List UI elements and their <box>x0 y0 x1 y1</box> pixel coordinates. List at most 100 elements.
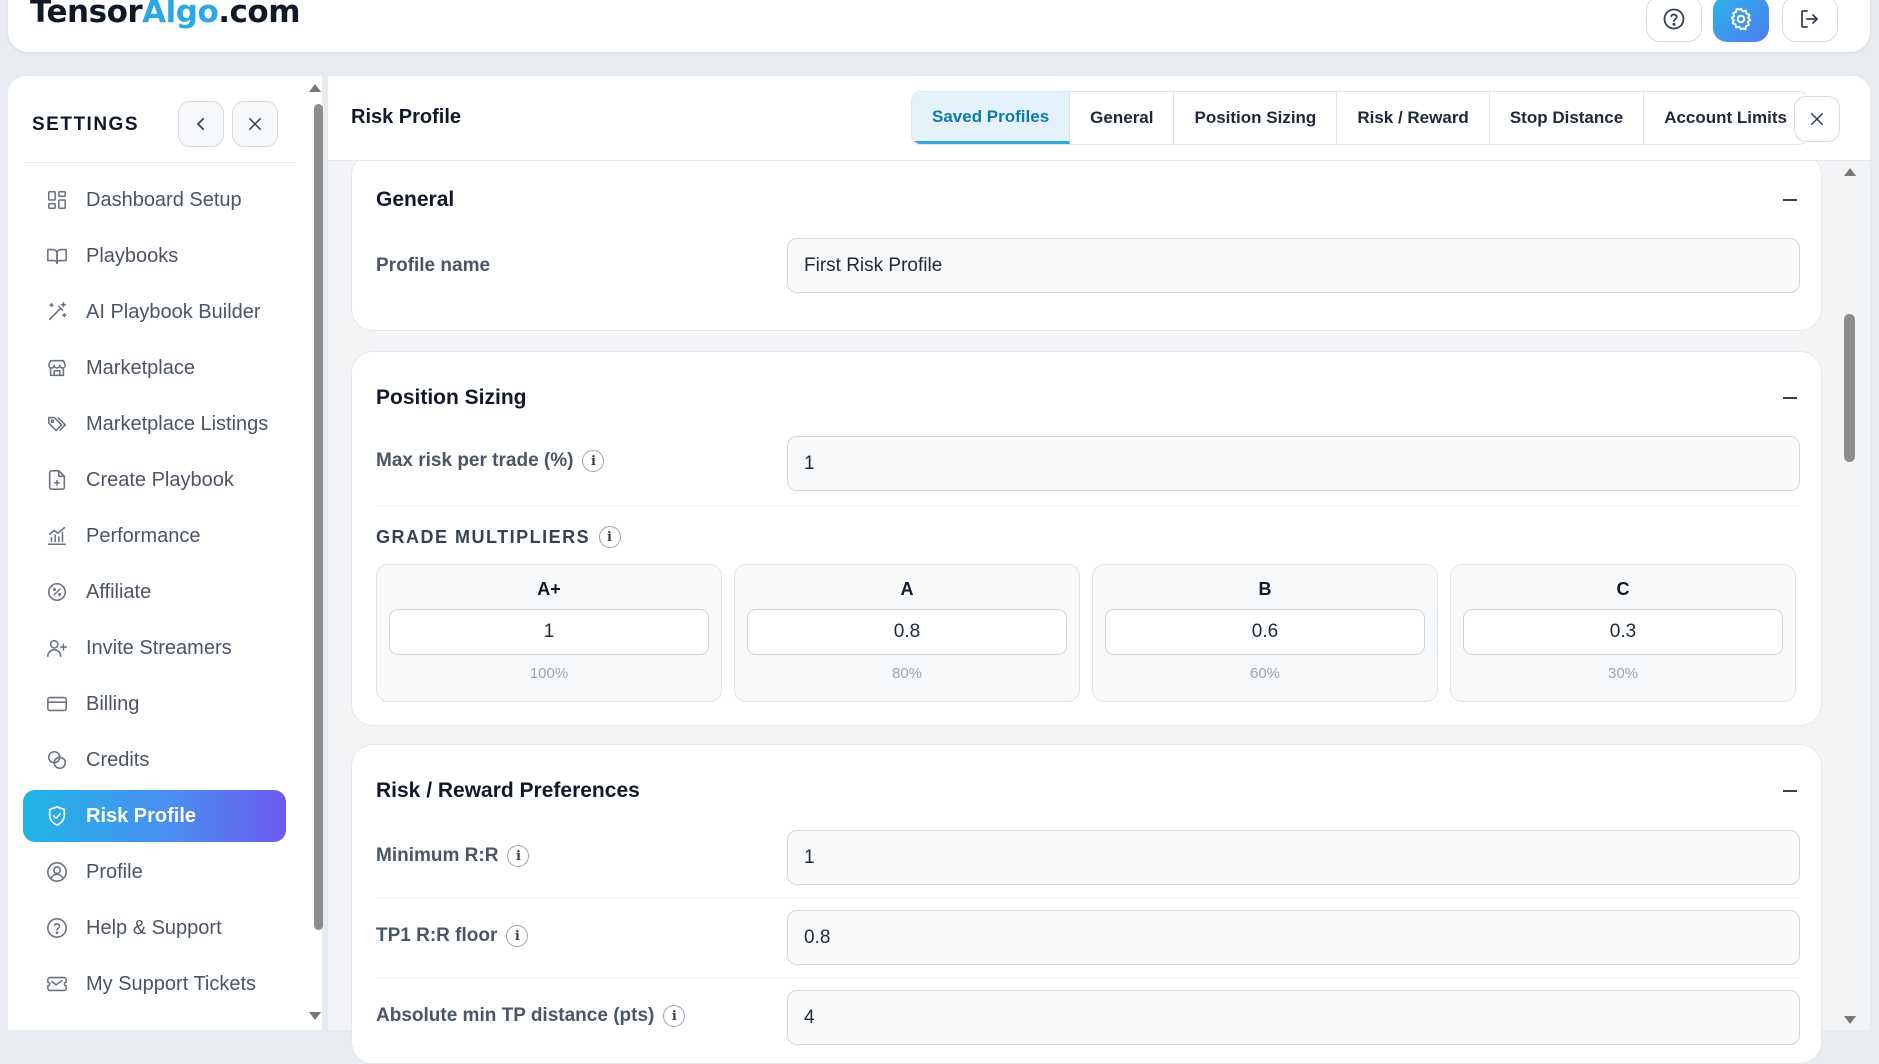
logo-accent: Algo <box>142 0 219 30</box>
top-bar: TensorAlgo.com <box>8 0 1870 52</box>
grade-multipliers-label: GRADE MULTIPLIERS i <box>376 526 622 548</box>
info-icon[interactable]: i <box>663 1005 686 1027</box>
user-circle-icon <box>45 860 69 884</box>
sidebar-item-label: AI Playbook Builder <box>86 300 261 323</box>
tab-stop-distance[interactable]: Stop Distance <box>1490 92 1645 144</box>
tab-general[interactable]: General <box>1070 92 1175 144</box>
user-plus-icon <box>45 636 69 660</box>
grade-multiplier-input[interactable]: 0.8 <box>747 609 1067 655</box>
max-risk-input[interactable]: 1 <box>787 436 1800 491</box>
min-rr-input[interactable]: 1 <box>787 830 1800 885</box>
sidebar-item-create-playbook[interactable]: Create Playbook <box>23 454 286 506</box>
sidebar-item-affiliate[interactable]: Affiliate <box>23 566 286 618</box>
sidebar-item-marketplace-listings[interactable]: Marketplace Listings <box>23 398 286 450</box>
sidebar-item-risk-profile[interactable]: Risk Profile <box>23 790 286 842</box>
sidebar-collapse-button[interactable] <box>178 101 224 147</box>
sidebar-item-billing[interactable]: Billing <box>23 678 286 730</box>
grade-multipliers-label-text: GRADE MULTIPLIERS <box>376 526 591 547</box>
sidebar-item-dashboard-setup[interactable]: Dashboard Setup <box>23 174 286 226</box>
info-icon[interactable]: i <box>582 450 605 472</box>
sidebar-item-label: Risk Profile <box>86 804 197 827</box>
grade-percent: 100% <box>529 665 569 682</box>
tab-position-sizing[interactable]: Position Sizing <box>1174 92 1338 144</box>
sidebar-item-label: Affiliate <box>86 580 152 603</box>
sidebar-divider <box>24 162 296 163</box>
sidebar-scrollbar-thumb[interactable] <box>314 104 323 930</box>
tp1-floor-input[interactable]: 0.8 <box>787 910 1800 965</box>
sidebar-scroll-up-arrow[interactable] <box>309 84 321 92</box>
sidebar-item-credits[interactable]: Credits <box>23 734 286 786</box>
tab-account-limits[interactable]: Account Limits <box>1644 92 1807 144</box>
risk-reward-title: Risk / Reward Preferences <box>376 779 640 802</box>
logo[interactable]: TensorAlgo.com <box>30 0 301 30</box>
sidebar-item-label: My Support Tickets <box>86 972 257 995</box>
tab-risk-reward[interactable]: Risk / Reward <box>1337 92 1490 144</box>
sidebar-scroll-down-arrow[interactable] <box>309 1012 321 1020</box>
sidebar-close-button[interactable] <box>232 101 278 147</box>
main-scroll-up-arrow[interactable] <box>1844 168 1856 176</box>
sidebar-item-my-support-tickets[interactable]: My Support Tickets <box>23 958 286 1010</box>
file-plus-icon <box>45 468 69 492</box>
sidebar-item-label: Marketplace <box>86 356 195 379</box>
sidebar-title: SETTINGS <box>32 114 140 135</box>
sidebar-item-help-support[interactable]: Help & Support <box>23 902 286 954</box>
sidebar-item-label: Credits <box>86 748 150 771</box>
grade-card-a-plus: A+ 1 100% <box>376 564 722 702</box>
sidebar-item-label: Playbooks <box>86 244 179 267</box>
info-icon[interactable]: i <box>599 526 622 548</box>
grade-percent: 80% <box>891 665 923 682</box>
settings-sidebar: SETTINGS Dashboard Setup Playbooks AI Pl… <box>8 76 323 1030</box>
grade-multiplier-input[interactable]: 1 <box>389 609 709 655</box>
settings-button[interactable] <box>1713 0 1769 42</box>
risk-profile-panel: General Profile name First Risk Profile … <box>328 76 1870 1064</box>
collapse-general-button[interactable] <box>1783 199 1797 201</box>
sidebar-item-profile[interactable]: Profile <box>23 846 286 898</box>
grade-letter: C <box>1616 579 1630 599</box>
logout-button[interactable] <box>1782 0 1838 42</box>
close-icon <box>249 118 261 130</box>
tab-saved-profiles[interactable]: Saved Profiles <box>912 92 1071 144</box>
info-icon[interactable]: i <box>506 925 529 947</box>
magic-wand-icon <box>45 300 69 324</box>
sidebar-item-marketplace[interactable]: Marketplace <box>23 342 286 394</box>
sidebar-item-playbooks[interactable]: Playbooks <box>23 230 286 282</box>
grade-card-c: C 0.3 30% <box>1450 564 1796 702</box>
max-risk-label-text: Max risk per trade (%) <box>376 450 574 471</box>
divider <box>376 505 1800 506</box>
gear-icon <box>1730 7 1752 31</box>
sidebar-item-label: Help & Support <box>86 916 222 939</box>
dashboard-grid-icon <box>45 188 69 212</box>
sidebar-item-label: Marketplace Listings <box>86 412 269 435</box>
help-circle-icon <box>45 916 69 940</box>
tp1-floor-label-text: TP1 R:R floor <box>376 925 498 946</box>
bar-chart-icon <box>45 524 69 548</box>
help-button[interactable] <box>1646 0 1702 42</box>
sidebar-item-performance[interactable]: Performance <box>23 510 286 562</box>
sidebar-item-invite-streamers[interactable]: Invite Streamers <box>23 622 286 674</box>
close-panel-button[interactable] <box>1794 96 1840 142</box>
position-sizing-card: Position Sizing Max risk per trade (%) i… <box>351 351 1822 726</box>
tp1-floor-label: TP1 R:R floor i <box>376 925 529 947</box>
ticket-icon <box>45 972 69 996</box>
grade-multiplier-input[interactable]: 0.6 <box>1105 609 1425 655</box>
main-scroll-down-arrow[interactable] <box>1844 1016 1856 1024</box>
info-icon[interactable]: i <box>507 845 530 867</box>
help-circle-icon <box>1663 8 1685 30</box>
coins-icon <box>45 748 69 772</box>
store-icon <box>45 356 69 380</box>
collapse-position-sizing-button[interactable] <box>1783 397 1797 399</box>
grade-card-a: A 0.8 80% <box>734 564 1080 702</box>
divider <box>376 898 1800 899</box>
sidebar-item-label: Invite Streamers <box>86 636 232 659</box>
sidebar-item-ai-playbook-builder[interactable]: AI Playbook Builder <box>23 286 286 338</box>
abs-min-tp-input[interactable]: 4 <box>787 990 1800 1045</box>
badge-percent-icon <box>45 580 69 604</box>
sidebar-item-label: Profile <box>86 860 143 883</box>
collapse-risk-reward-button[interactable] <box>1783 790 1797 792</box>
main-scrollbar-thumb[interactable] <box>1844 314 1855 462</box>
credit-card-icon <box>45 692 69 716</box>
grade-multiplier-input[interactable]: 0.3 <box>1463 609 1783 655</box>
profile-name-label: Profile name <box>376 255 491 276</box>
abs-min-tp-label-text: Absolute min TP distance (pts) <box>376 1005 655 1026</box>
profile-name-input[interactable]: First Risk Profile <box>787 238 1800 293</box>
